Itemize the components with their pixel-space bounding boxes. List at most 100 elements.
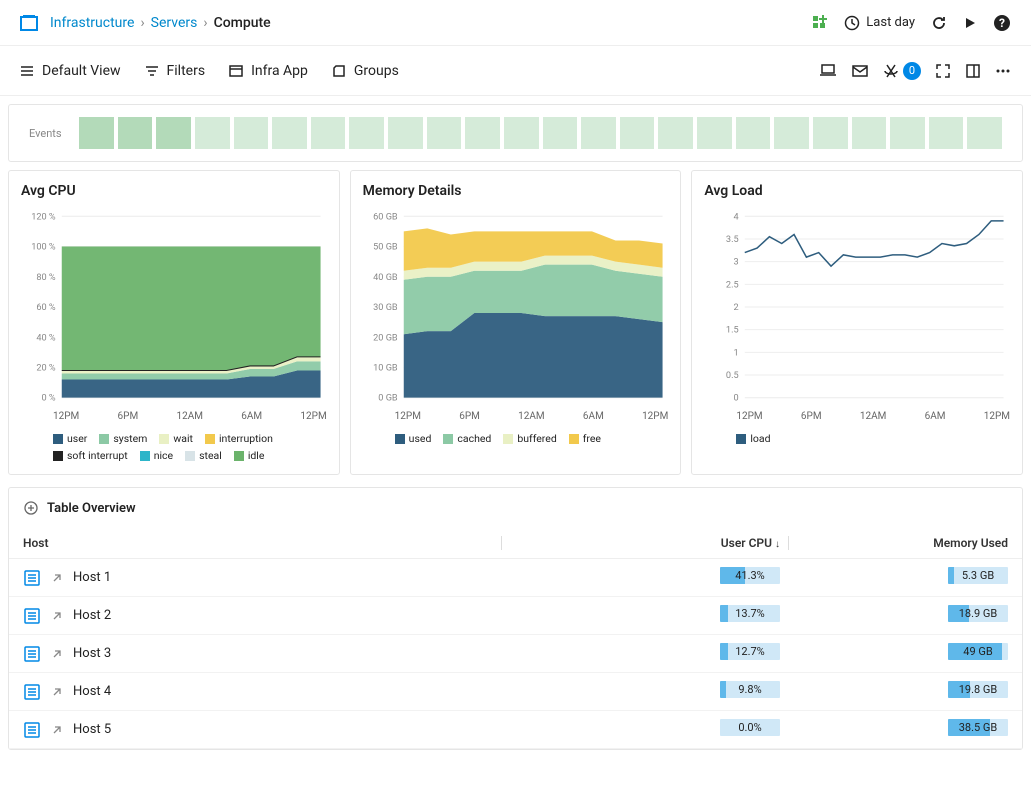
legend-item[interactable]: buffered <box>503 432 556 445</box>
svg-text:40 %: 40 % <box>36 332 56 343</box>
events-bar: Events <box>8 104 1023 162</box>
legend-item[interactable]: soft interrupt <box>53 449 128 462</box>
table-row[interactable]: Host 4 9.8% 19.8 GB <box>9 673 1022 711</box>
table-row[interactable]: Host 2 13.7% 18.9 GB <box>9 597 1022 635</box>
chart-xlabels: 12PM6PM12AM6AM12PM <box>704 407 1010 426</box>
col-cpu-header[interactable]: User CPU ↓ <box>510 536 780 550</box>
table-row[interactable]: Host 5 0.0% 38.5 GB <box>9 711 1022 749</box>
chart-avg_cpu: Avg CPU0 %20 %40 %60 %80 %100 %120 %12PM… <box>8 170 340 475</box>
play-icon[interactable] <box>963 16 977 30</box>
host-name: Host 2 <box>73 608 111 623</box>
external-link-icon[interactable] <box>51 686 63 698</box>
legend-item[interactable]: used <box>395 432 432 445</box>
legend-swatch <box>140 451 150 461</box>
event-box[interactable] <box>967 117 1002 149</box>
events-boxes[interactable] <box>79 117 1002 149</box>
event-box[interactable] <box>465 117 500 149</box>
legend-swatch <box>569 434 579 444</box>
alerts-icon[interactable]: 0 <box>883 62 921 80</box>
legend-swatch <box>53 451 63 461</box>
svg-text:30 GB: 30 GB <box>373 302 398 313</box>
chart-svg[interactable]: 00.511.522.533.54 <box>704 207 1010 407</box>
event-box[interactable] <box>272 117 307 149</box>
infra-app-label: Infra App <box>251 63 308 79</box>
breadcrumb-mid[interactable]: Servers <box>151 15 198 31</box>
refresh-icon[interactable] <box>931 15 947 31</box>
filters-button[interactable]: Filters <box>145 63 206 79</box>
table-title: Table Overview <box>47 501 136 516</box>
external-link-icon[interactable] <box>51 648 63 660</box>
col-mem-header[interactable]: Memory Used <box>797 536 1008 550</box>
chart-memory: Memory Details0 GB10 GB20 GB30 GB40 GB50… <box>350 170 682 475</box>
help-icon[interactable]: ? <box>993 14 1011 32</box>
legend-item[interactable]: idle <box>234 449 265 462</box>
event-box[interactable] <box>890 117 925 149</box>
fullscreen-icon[interactable] <box>935 63 951 79</box>
event-box[interactable] <box>852 117 887 149</box>
mail-icon[interactable] <box>851 62 869 80</box>
table-row[interactable]: Host 1 41.3% 5.3 GB <box>9 559 1022 597</box>
event-box[interactable] <box>774 117 809 149</box>
chevron-right-icon: › <box>140 15 144 31</box>
laptop-icon[interactable] <box>819 62 837 80</box>
event-box[interactable] <box>543 117 578 149</box>
event-box[interactable] <box>234 117 269 149</box>
time-range-selector[interactable]: Last day <box>844 15 915 31</box>
view-menu[interactable]: Default View <box>20 63 121 79</box>
groups-button[interactable]: Groups <box>332 63 399 79</box>
event-box[interactable] <box>813 117 848 149</box>
panel-icon[interactable] <box>965 63 981 79</box>
more-icon[interactable] <box>995 63 1011 79</box>
svg-text:80 %: 80 % <box>36 272 56 283</box>
legend-item[interactable]: user <box>53 432 87 445</box>
mem-value: 19.8 GB <box>948 681 1008 698</box>
legend-swatch <box>234 451 244 461</box>
legend-item[interactable]: cached <box>443 432 491 445</box>
event-box[interactable] <box>195 117 230 149</box>
breadcrumb-root[interactable]: Infrastructure <box>50 15 134 31</box>
external-link-icon[interactable] <box>51 572 63 584</box>
legend-item[interactable]: wait <box>159 432 193 445</box>
external-link-icon[interactable] <box>51 610 63 622</box>
legend-item[interactable]: nice <box>140 449 173 462</box>
event-box[interactable] <box>427 117 462 149</box>
event-box[interactable] <box>388 117 423 149</box>
legend-item[interactable]: steal <box>185 449 222 462</box>
event-box[interactable] <box>79 117 114 149</box>
event-box[interactable] <box>929 117 964 149</box>
svg-text:2: 2 <box>734 302 739 313</box>
legend-item[interactable]: interruption <box>205 432 273 445</box>
event-box[interactable] <box>156 117 191 149</box>
legend-swatch <box>159 434 169 444</box>
external-link-icon[interactable] <box>51 724 63 736</box>
event-box[interactable] <box>118 117 153 149</box>
event-box[interactable] <box>504 117 539 149</box>
legend-swatch <box>443 434 453 444</box>
table-icon <box>23 500 39 516</box>
event-box[interactable] <box>581 117 616 149</box>
event-box[interactable] <box>349 117 384 149</box>
host-name: Host 5 <box>73 722 111 737</box>
legend-item[interactable]: system <box>99 432 147 445</box>
svg-text:3.5: 3.5 <box>726 234 739 245</box>
event-box[interactable] <box>697 117 732 149</box>
time-range-label: Last day <box>866 15 915 30</box>
app-logo-icon[interactable] <box>20 14 38 32</box>
svg-text:60 %: 60 % <box>36 302 56 313</box>
infra-app-button[interactable]: Infra App <box>229 63 308 79</box>
event-box[interactable] <box>658 117 693 149</box>
event-box[interactable] <box>736 117 771 149</box>
add-widget-icon[interactable] <box>812 15 828 31</box>
chart-svg[interactable]: 0 GB10 GB20 GB30 GB40 GB50 GB60 GB <box>363 207 669 407</box>
cpu-value: 0.0% <box>720 719 780 736</box>
svg-text:120 %: 120 % <box>31 211 56 222</box>
chart-svg[interactable]: 0 %20 %40 %60 %80 %100 %120 % <box>21 207 327 407</box>
legend-item[interactable]: load <box>736 432 770 445</box>
svg-text:10 GB: 10 GB <box>373 363 398 374</box>
event-box[interactable] <box>311 117 346 149</box>
col-host-header[interactable]: Host <box>23 536 493 550</box>
event-box[interactable] <box>620 117 655 149</box>
table-row[interactable]: Host 3 12.7% 49 GB <box>9 635 1022 673</box>
legend-item[interactable]: free <box>569 432 601 445</box>
legend-swatch <box>503 434 513 444</box>
